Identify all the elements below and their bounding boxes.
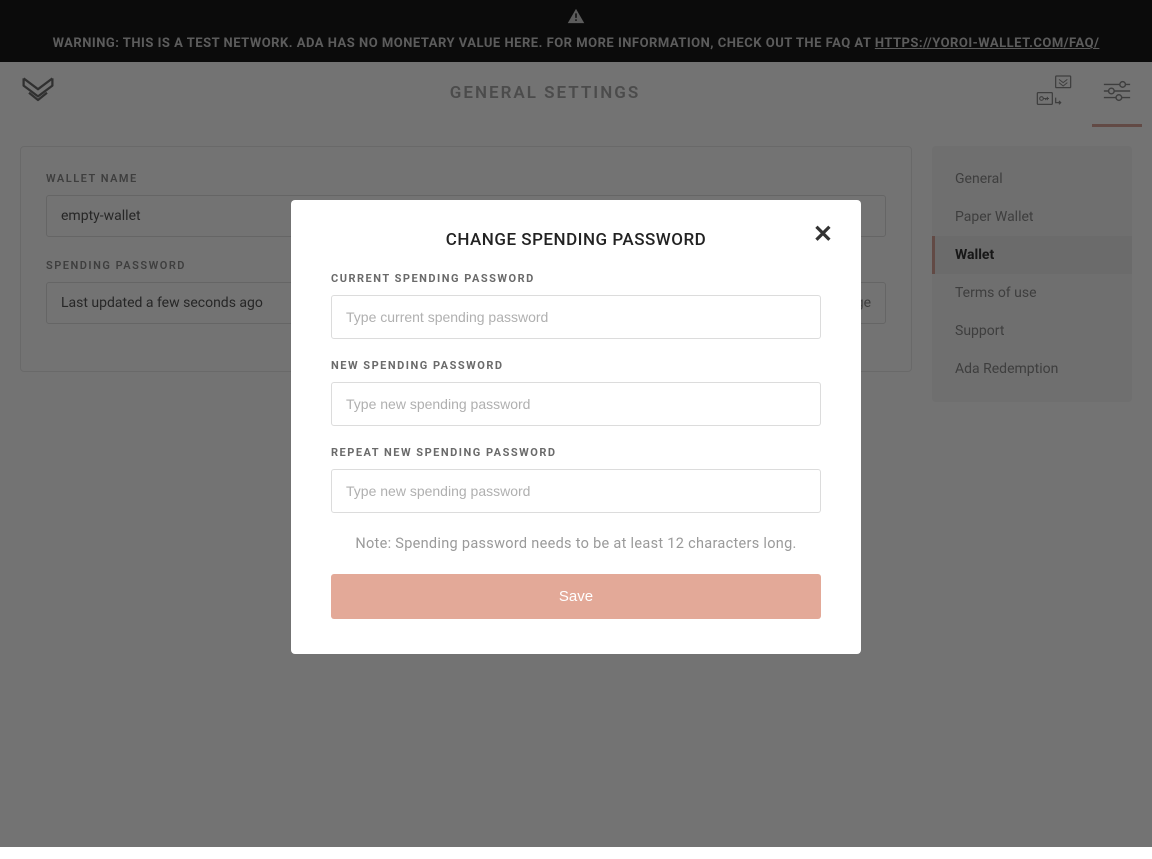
new-password-label: NEW SPENDING PASSWORD: [331, 359, 821, 372]
password-length-note: Note: Spending password needs to be at l…: [331, 535, 821, 552]
modal-title: CHANGE SPENDING PASSWORD: [331, 230, 821, 250]
change-spending-password-modal: CHANGE SPENDING PASSWORD ✕ CURRENT SPEND…: [291, 200, 861, 654]
current-password-label: CURRENT SPENDING PASSWORD: [331, 272, 821, 285]
repeat-password-label: REPEAT NEW SPENDING PASSWORD: [331, 446, 821, 459]
current-password-input[interactable]: [331, 295, 821, 339]
close-icon[interactable]: ✕: [813, 222, 833, 246]
repeat-password-input[interactable]: [331, 469, 821, 513]
modal-overlay: CHANGE SPENDING PASSWORD ✕ CURRENT SPEND…: [0, 0, 1152, 847]
save-button[interactable]: Save: [331, 574, 821, 619]
new-password-input[interactable]: [331, 382, 821, 426]
